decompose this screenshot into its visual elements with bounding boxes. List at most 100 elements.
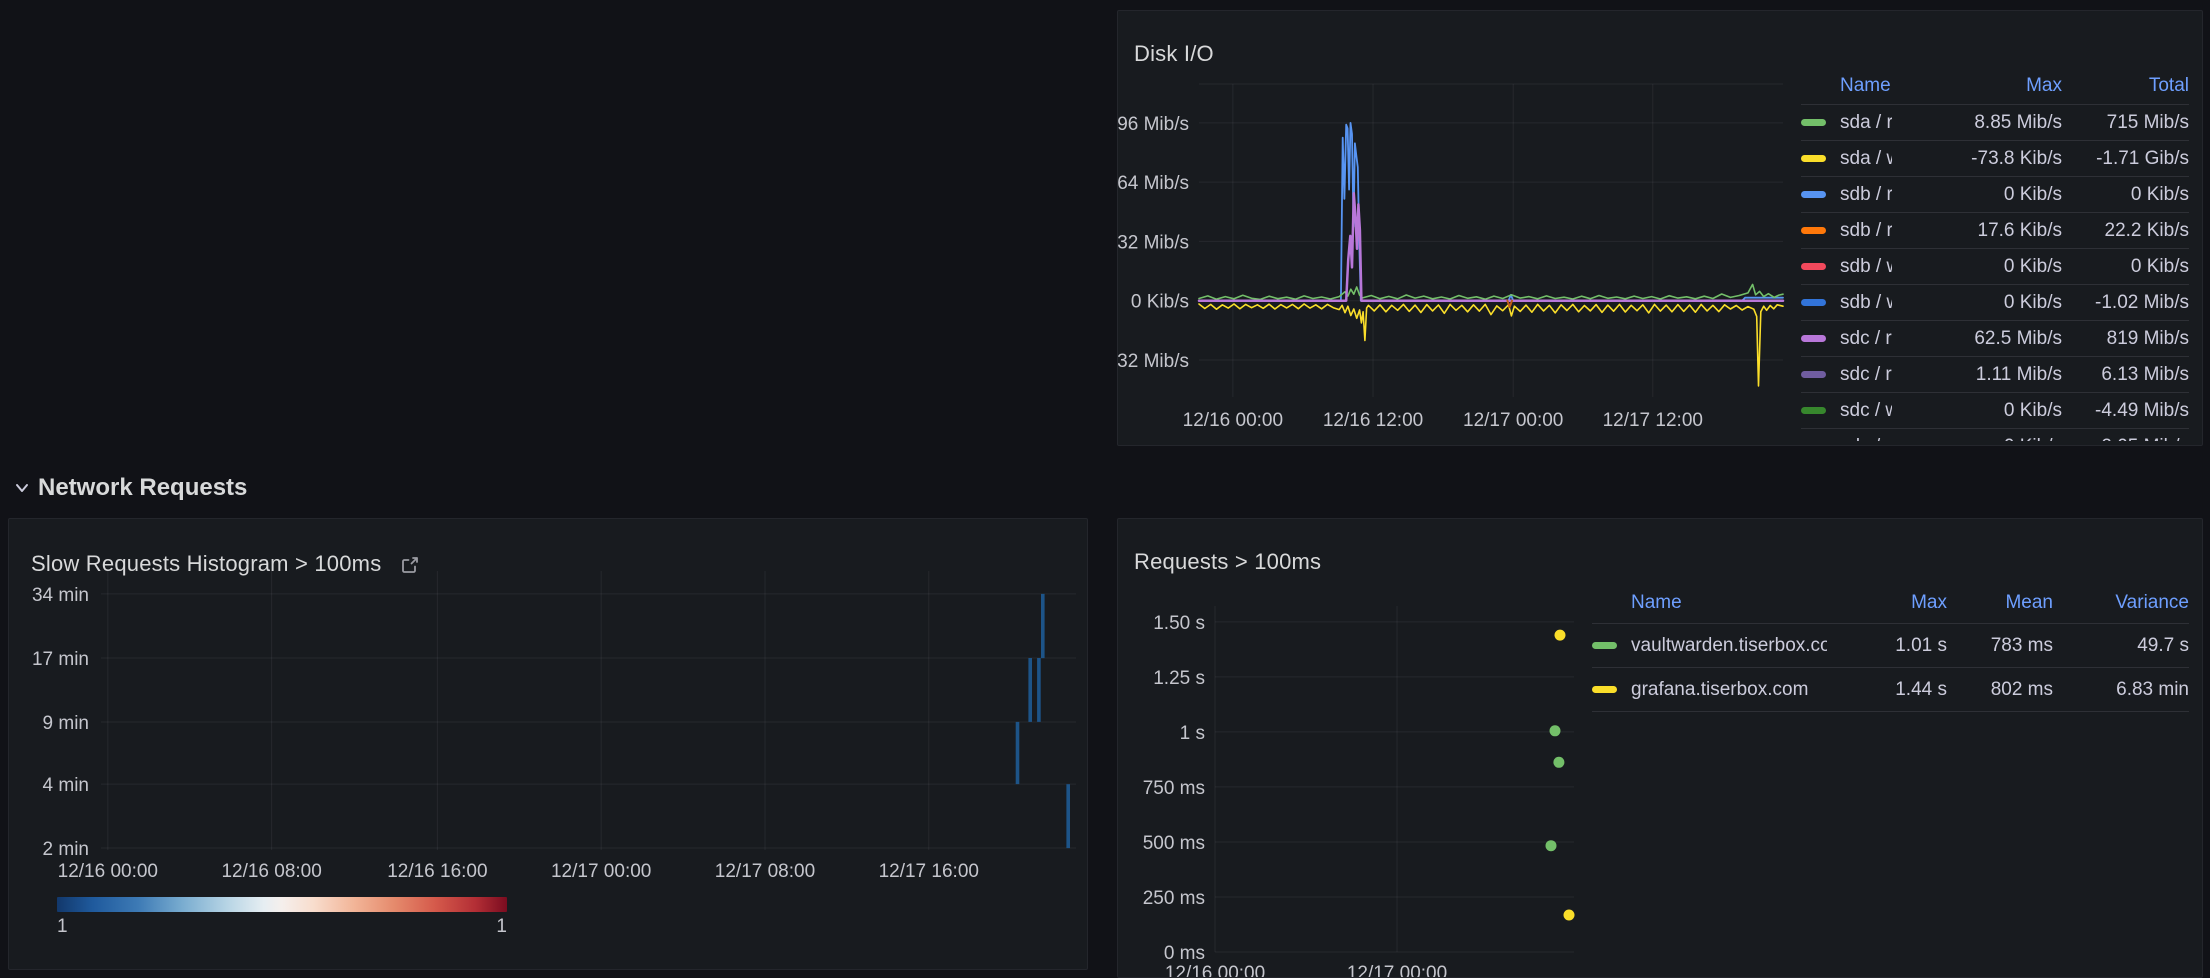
- svg-text:12/17 16:00: 12/17 16:00: [879, 861, 979, 882]
- legend-total: 0 Kib/s: [2062, 184, 2189, 206]
- legend-max: 1.11 Mib/s: [1892, 364, 2062, 386]
- svg-text:12/16 00:00: 12/16 00:00: [1183, 410, 1283, 431]
- legend-name[interactable]: sda / reads: [1840, 112, 1892, 134]
- svg-text:32 Mib/s: 32 Mib/s: [1118, 232, 1189, 253]
- series-color-swatch[interactable]: [1592, 686, 1617, 693]
- legend-max: -73.8 Kib/s: [1892, 148, 2062, 170]
- series-color-swatch[interactable]: [1592, 642, 1617, 649]
- legend-max: 17.6 Kib/s: [1892, 220, 2062, 242]
- series-color-swatch[interactable]: [1801, 371, 1826, 378]
- legend-max: 0 Kib/s: [1892, 256, 2062, 278]
- series-color-swatch[interactable]: [1801, 119, 1826, 126]
- svg-text:34 min: 34 min: [32, 585, 89, 606]
- grafana-dashboard: Disk I/O 96 Mib/s64 Mib/s32 Mib/s0 Kib/s…: [0, 0, 2210, 978]
- legend-mean: 802 ms: [1947, 679, 2053, 701]
- legend-name[interactable]: sdc / reads: [1840, 328, 1892, 350]
- legend-max: 0 Kib/s: [1892, 400, 2062, 422]
- legend-name[interactable]: sdc / writes: [1840, 400, 1892, 422]
- svg-text:4 min: 4 min: [43, 775, 89, 796]
- legend-max: 1.44 s: [1827, 679, 1947, 701]
- svg-text:12/17 00:00: 12/17 00:00: [551, 861, 651, 882]
- svg-text:96 Mib/s: 96 Mib/s: [1118, 114, 1189, 135]
- panel-requests-over-100ms: Requests > 100ms 1.50 s1.25 s1 s750 ms50…: [1117, 518, 2203, 978]
- legend-row: sdc / writes0 Kib/s-2.05 Mib/s: [1801, 429, 2189, 441]
- requests-legend-header: Name Max Mean Variance: [1592, 583, 2189, 624]
- legend-variance: 6.83 min: [2053, 679, 2189, 701]
- legend-total: -1.71 Gib/s: [2062, 148, 2189, 170]
- svg-text:12/16 00:00: 12/16 00:00: [1165, 963, 1265, 978]
- legend-max: 62.5 Mib/s: [1892, 328, 2062, 350]
- svg-text:64 Mib/s: 64 Mib/s: [1118, 173, 1189, 194]
- svg-text:9 min: 9 min: [43, 713, 89, 734]
- legend-swatch-cell: [1801, 220, 1840, 242]
- legend-header-max[interactable]: Max: [1827, 592, 1947, 614]
- legend-name[interactable]: sdb / writes: [1840, 256, 1892, 278]
- series-color-swatch[interactable]: [1801, 155, 1826, 162]
- legend-header-name[interactable]: Name: [1631, 592, 1827, 614]
- legend-header-variance[interactable]: Variance: [2053, 592, 2189, 614]
- svg-text:12/17 12:00: 12/17 12:00: [1603, 410, 1703, 431]
- section-network-requests[interactable]: Network Requests: [14, 474, 247, 502]
- svg-text:2 min: 2 min: [43, 839, 89, 860]
- legend-name[interactable]: sdc / writes: [1840, 436, 1892, 442]
- series-color-swatch[interactable]: [1801, 263, 1826, 270]
- color-scale-max: 1: [496, 916, 507, 938]
- series-color-swatch[interactable]: [1801, 227, 1826, 234]
- svg-text:12/16 16:00: 12/16 16:00: [387, 861, 487, 882]
- svg-text:1.25 s: 1.25 s: [1153, 668, 1205, 689]
- legend-row: sdc / writes0 Kib/s-4.49 Mib/s: [1801, 393, 2189, 429]
- panel-disk-io: Disk I/O 96 Mib/s64 Mib/s32 Mib/s0 Kib/s…: [1117, 10, 2203, 446]
- legend-row: grafana.tiserbox.com1.44 s802 ms6.83 min: [1592, 668, 2189, 712]
- svg-text:12/16 12:00: 12/16 12:00: [1323, 410, 1423, 431]
- legend-total: 819 Mib/s: [2062, 328, 2189, 350]
- legend-name[interactable]: sdb / reads: [1840, 220, 1892, 242]
- disk-legend-header: Name Max Total: [1801, 67, 2189, 105]
- legend-name[interactable]: grafana.tiserbox.com: [1631, 679, 1827, 701]
- legend-total: 22.2 Kib/s: [2062, 220, 2189, 242]
- series-color-swatch[interactable]: [1801, 299, 1826, 306]
- legend-variance: 49.7 s: [2053, 635, 2189, 657]
- legend-swatch-cell: [1801, 148, 1840, 170]
- section-title: Network Requests: [38, 474, 247, 502]
- svg-text:0 ms: 0 ms: [1164, 943, 1205, 964]
- series-color-swatch[interactable]: [1801, 407, 1826, 414]
- legend-row: sdc / reads62.5 Mib/s819 Mib/s: [1801, 321, 2189, 357]
- series-color-swatch[interactable]: [1801, 191, 1826, 198]
- svg-text:12/16 08:00: 12/16 08:00: [221, 861, 321, 882]
- chevron-down-icon: [14, 480, 30, 496]
- legend-name[interactable]: vaultwarden.tiserbox.com: [1631, 635, 1827, 657]
- requests-legend-table: Name Max Mean Variance vaultwarden.tiser…: [1592, 583, 2189, 712]
- legend-header-mean[interactable]: Mean: [1947, 592, 2053, 614]
- legend-header-total[interactable]: Total: [2062, 75, 2189, 97]
- legend-name[interactable]: sdc / reads: [1840, 364, 1892, 386]
- panel-slow-requests-histogram: Slow Requests Histogram > 100ms 12/16 00…: [8, 518, 1088, 970]
- legend-row: sdb / writes0 Kib/s0 Kib/s: [1801, 249, 2189, 285]
- svg-text:17 min: 17 min: [32, 649, 89, 670]
- legend-total: -1.02 Mib/s: [2062, 292, 2189, 314]
- legend-row: sda / reads8.85 Mib/s715 Mib/s: [1801, 105, 2189, 141]
- legend-header-name[interactable]: Name: [1840, 75, 1892, 97]
- legend-swatch-cell: [1801, 364, 1840, 386]
- legend-max: 0 Kib/s: [1892, 436, 2062, 442]
- legend-max: 0 Kib/s: [1892, 292, 2062, 314]
- legend-total: 0 Kib/s: [2062, 256, 2189, 278]
- svg-text:12/17 08:00: 12/17 08:00: [715, 861, 815, 882]
- legend-swatch-cell: [1801, 256, 1840, 278]
- svg-text:0 Kib/s: 0 Kib/s: [1131, 292, 1189, 313]
- legend-header-max[interactable]: Max: [1892, 75, 2062, 97]
- svg-text:12/17 00:00: 12/17 00:00: [1347, 963, 1447, 978]
- legend-total: 6.13 Mib/s: [2062, 364, 2189, 386]
- legend-name[interactable]: sdb / reads: [1840, 184, 1892, 206]
- legend-swatch-cell: [1592, 679, 1631, 701]
- legend-row: sdb / writes0 Kib/s-1.02 Mib/s: [1801, 285, 2189, 321]
- legend-mean: 783 ms: [1947, 635, 2053, 657]
- requests-legend-rows: vaultwarden.tiserbox.com1.01 s783 ms49.7…: [1592, 624, 2189, 712]
- svg-text:12/17 00:00: 12/17 00:00: [1463, 410, 1563, 431]
- legend-row: sda / writes-73.8 Kib/s-1.71 Gib/s: [1801, 141, 2189, 177]
- legend-swatch-cell: [1801, 400, 1840, 422]
- legend-name[interactable]: sda / writes: [1840, 148, 1892, 170]
- legend-name[interactable]: sdb / writes: [1840, 292, 1892, 314]
- svg-text:12/16 00:00: 12/16 00:00: [58, 861, 158, 882]
- series-color-swatch[interactable]: [1801, 335, 1826, 342]
- legend-swatch-cell: [1592, 635, 1631, 657]
